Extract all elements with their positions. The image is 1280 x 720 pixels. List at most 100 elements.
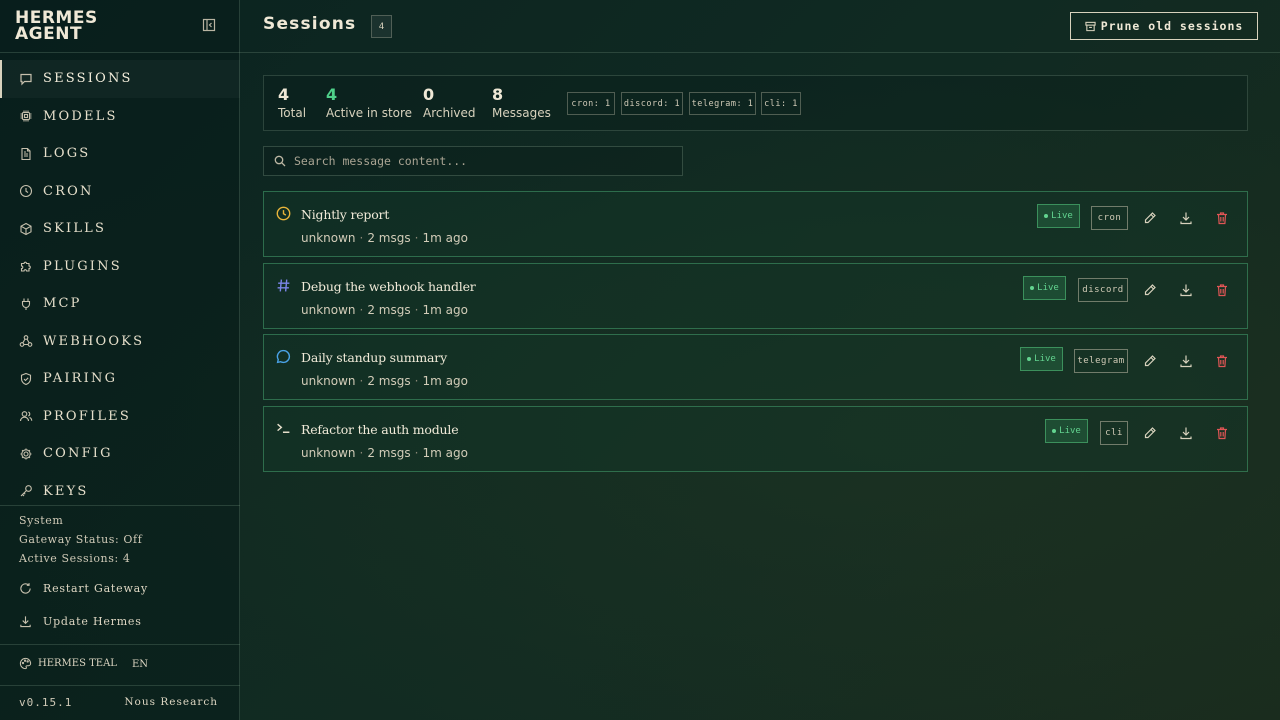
- sidebar-item-webhooks[interactable]: WEBHOOKS: [0, 323, 240, 361]
- session-title: Nightly report: [301, 207, 390, 222]
- live-badge: Live: [1037, 204, 1080, 228]
- stat-value: 4: [278, 85, 290, 104]
- divider: [0, 52, 240, 53]
- active-sessions-count: Active Sessions: 4: [19, 552, 131, 565]
- source-chip-cron[interactable]: cron: 1: [567, 92, 615, 115]
- sidebar-item-label: KEYS: [43, 483, 89, 499]
- stat-active: 4 Active in store: [326, 85, 412, 120]
- session-meta: unknown · 2 msgs · 1m ago: [301, 446, 468, 460]
- sidebar-item-config[interactable]: CONFIG: [0, 435, 240, 473]
- sidebar-item-label: PROFILES: [43, 408, 131, 424]
- rename-pencil-icon[interactable]: [1143, 283, 1157, 297]
- puzzle-icon: [19, 259, 33, 273]
- source-badge: cron: [1091, 206, 1128, 230]
- session-card[interactable]: Refactor the auth module unknown · 2 msgs ·…: [263, 406, 1248, 472]
- search-input[interactable]: [294, 154, 674, 168]
- cube-icon: [19, 222, 33, 236]
- stat-label: Total: [278, 106, 307, 120]
- divider: [0, 685, 240, 686]
- rename-pencil-icon[interactable]: [1143, 426, 1157, 440]
- refresh-icon: [19, 582, 32, 595]
- source-chip-discord[interactable]: discord: 1: [621, 92, 683, 115]
- stat-value: 4: [326, 85, 338, 104]
- source-chip-telegram[interactable]: telegram: 1: [689, 92, 756, 115]
- session-title: Debug the webhook handler: [301, 279, 476, 294]
- prune-old-sessions-button[interactable]: Prune old sessions: [1070, 12, 1258, 40]
- rename-pencil-icon[interactable]: [1143, 354, 1157, 368]
- sidebar-item-label: MODELS: [43, 108, 118, 124]
- collapse-sidebar-icon[interactable]: [202, 18, 216, 32]
- delete-trash-icon[interactable]: [1215, 426, 1229, 440]
- session-stats: 4 Total 4 Active in store 0 Archived 8 M…: [263, 75, 1248, 131]
- version-label: v0.15.1: [19, 696, 73, 709]
- restart-gateway-button[interactable]: Restart Gateway: [19, 582, 148, 595]
- chip-icon: [19, 109, 33, 123]
- sidebar-item-label: MCP: [43, 296, 82, 312]
- session-title: Daily standup summary: [301, 350, 447, 365]
- stat-label: Messages: [492, 106, 551, 120]
- session-meta: unknown · 2 msgs · 1m ago: [301, 374, 468, 388]
- document-icon: [19, 147, 33, 161]
- users-icon: [19, 409, 33, 423]
- restart-gateway-label: Restart Gateway: [43, 582, 149, 595]
- delete-trash-icon[interactable]: [1215, 283, 1229, 297]
- delete-trash-icon[interactable]: [1215, 211, 1229, 225]
- stat-archived: 0 Archived: [423, 85, 476, 120]
- session-card[interactable]: Daily standup summary unknown · 2 msgs · 1m …: [263, 334, 1248, 400]
- webhook-icon: [19, 334, 33, 348]
- sidebar-item-logs[interactable]: LOGS: [0, 135, 240, 173]
- source-badge: cli: [1100, 421, 1128, 445]
- theme-selector[interactable]: HERMES TEAL: [19, 657, 117, 670]
- theme-name: HERMES TEAL: [38, 658, 117, 669]
- search-box: [263, 146, 683, 176]
- delete-trash-icon[interactable]: [1215, 354, 1229, 368]
- archive-icon: [1085, 21, 1096, 32]
- rename-pencil-icon[interactable]: [1143, 211, 1157, 225]
- source-badge: discord: [1078, 278, 1128, 302]
- org-label: Nous Research: [124, 696, 218, 708]
- sidebar-item-profiles[interactable]: PROFILES: [0, 398, 240, 436]
- source-chip-cli[interactable]: cli: 1: [761, 92, 801, 115]
- session-title: Refactor the auth module: [301, 422, 459, 437]
- stat-label: Archived: [423, 106, 476, 120]
- language-selector[interactable]: EN: [132, 659, 148, 670]
- download-icon: [19, 615, 32, 628]
- sidebar-item-plugins[interactable]: PLUGINS: [0, 248, 240, 286]
- sidebar-item-skills[interactable]: SKILLS: [0, 210, 240, 248]
- clock-icon: [276, 206, 291, 221]
- sidebar-nav: SESSIONS MODELS LOGS CRON SKILLS PLUGINS…: [0, 60, 240, 510]
- export-download-icon[interactable]: [1179, 354, 1193, 368]
- terminal-icon: [276, 421, 291, 436]
- sidebar-item-sessions[interactable]: SESSIONS: [0, 60, 240, 98]
- live-badge: Live: [1023, 276, 1066, 300]
- sidebar-item-label: WEBHOOKS: [43, 333, 145, 349]
- sidebar-item-models[interactable]: MODELS: [0, 98, 240, 136]
- gear-icon: [19, 447, 33, 461]
- stat-value: 0: [423, 85, 435, 104]
- session-card[interactable]: Debug the webhook handler unknown · 2 msgs…: [263, 263, 1248, 329]
- update-hermes-label: Update Hermes: [43, 615, 142, 628]
- key-icon: [19, 484, 33, 498]
- live-badge: Live: [1045, 419, 1088, 443]
- stat-label: Active in store: [326, 106, 413, 120]
- update-hermes-button[interactable]: Update Hermes: [19, 615, 142, 628]
- session-card[interactable]: Nightly report unknown · 2 msgs · 1m ago Liv…: [263, 191, 1248, 257]
- export-download-icon[interactable]: [1179, 283, 1193, 297]
- session-count-badge: 4: [371, 15, 392, 38]
- system-status: System Gateway Status: Off Active Sessio…: [19, 511, 142, 568]
- sidebar-item-label: SKILLS: [43, 221, 107, 237]
- sidebar-item-pairing[interactable]: PAIRING: [0, 360, 240, 398]
- clock-icon: [19, 184, 33, 198]
- chat-bubble-icon: [276, 349, 291, 364]
- prune-label: Prune old sessions: [1100, 19, 1244, 33]
- stat-messages: 8 Messages: [492, 85, 551, 120]
- export-download-icon[interactable]: [1179, 211, 1193, 225]
- sidebar-item-label: CRON: [43, 183, 94, 199]
- shield-check-icon: [19, 372, 33, 386]
- sidebar-item-cron[interactable]: CRON: [0, 173, 240, 211]
- brand-logo: HERMES AGENT: [15, 8, 98, 44]
- chat-bubble-icon: [19, 72, 33, 86]
- sidebar-item-mcp[interactable]: MCP: [0, 285, 240, 323]
- page-title: Sessions: [263, 14, 357, 34]
- export-download-icon[interactable]: [1179, 426, 1193, 440]
